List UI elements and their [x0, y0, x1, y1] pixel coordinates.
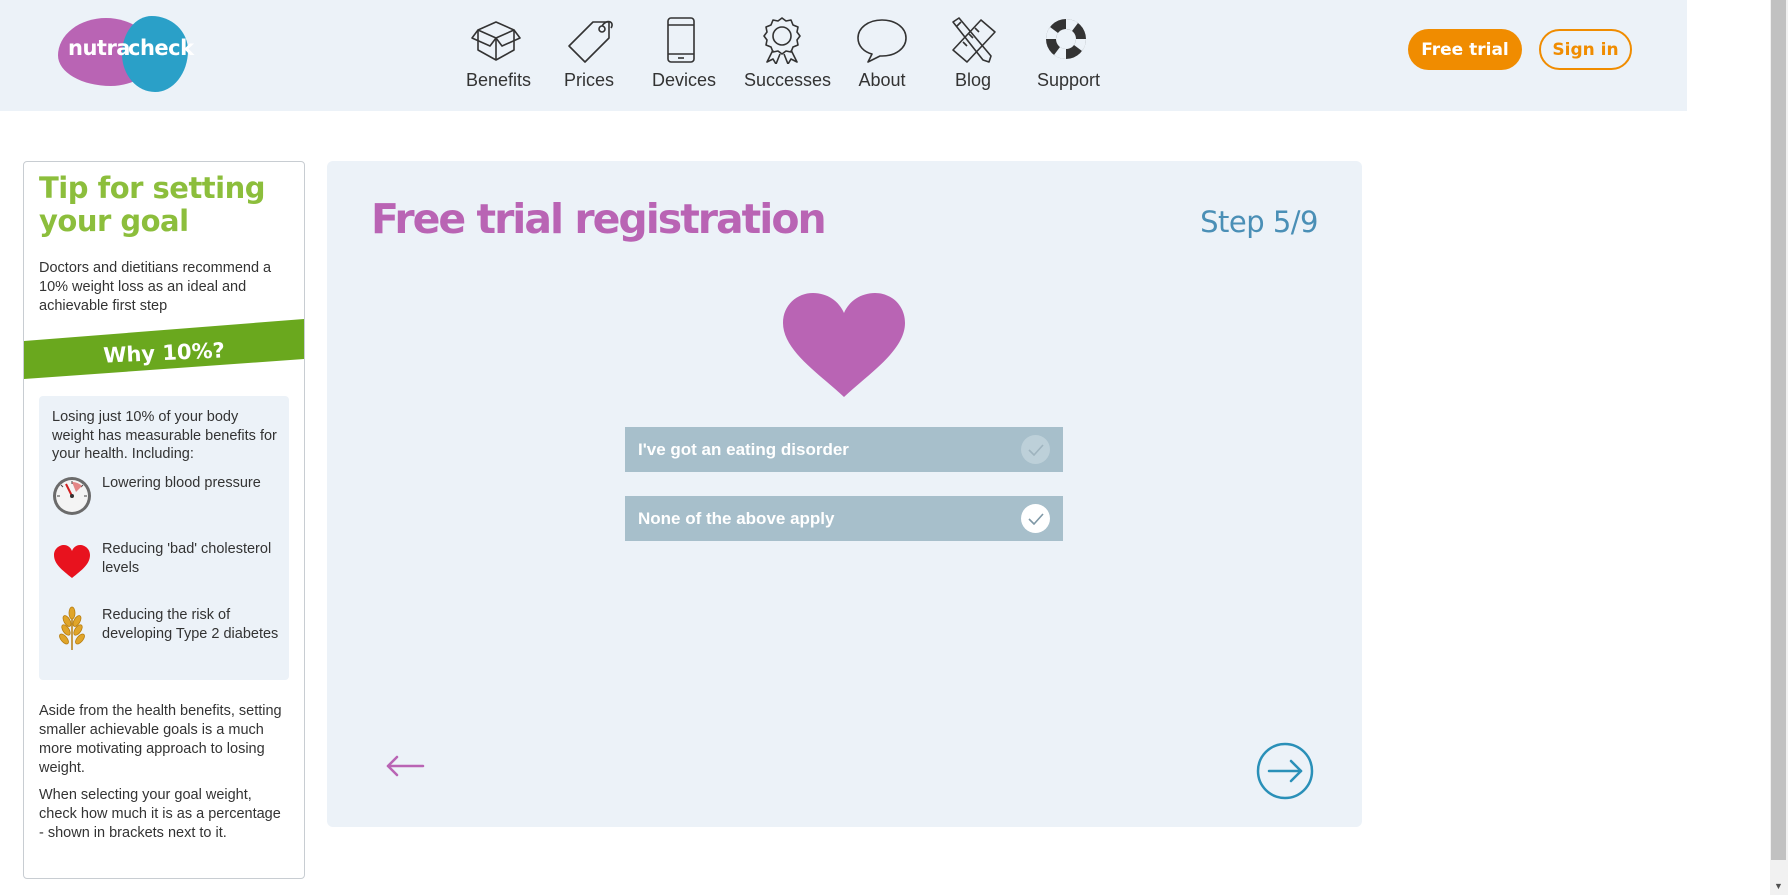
benefits-box: Losing just 10% of your body weight has …: [39, 396, 289, 680]
nutracheck-logo[interactable]: nutra check: [58, 14, 198, 94]
scroll-down-arrow-icon[interactable]: ▼: [1774, 881, 1783, 891]
benefit-text: Lowering blood pressure: [102, 475, 261, 491]
free-trial-button[interactable]: Free trial: [1408, 29, 1522, 70]
nav-label: Successes: [744, 70, 832, 90]
option-eating-disorder[interactable]: I've got an eating disorder: [625, 427, 1063, 472]
pencil-ruler-icon: [952, 17, 996, 63]
site-header: nutra check Benefits Prices Devices Succ…: [0, 0, 1687, 111]
page-title: Free trial registration: [371, 195, 827, 243]
checkbox-checked-icon[interactable]: [1021, 504, 1050, 533]
option-label: I've got an eating disorder: [638, 440, 849, 459]
option-label: None of the above apply: [638, 509, 835, 528]
step-indicator: Step 5/9: [1200, 205, 1318, 239]
nav-prices[interactable]: Prices: [563, 16, 615, 91]
benefit-text: Reducing 'bad' cholesterol levels: [102, 541, 272, 576]
heart-icon: [783, 293, 905, 397]
why-10-percent-banner: Why 10%?: [24, 319, 304, 389]
nav-label: Blog: [954, 70, 992, 90]
nav-benefits[interactable]: Benefits: [466, 16, 532, 91]
wheat-icon: [59, 606, 85, 650]
back-arrow-icon[interactable]: [385, 754, 425, 778]
phone-icon: [667, 17, 695, 63]
box-icon: [471, 21, 521, 61]
nav-about[interactable]: About: [854, 16, 910, 91]
goal-tip-sidebar: Tip for setting your goal Doctors and di…: [23, 161, 305, 879]
option-none-apply[interactable]: None of the above apply: [625, 496, 1063, 541]
logo-word-check: check: [128, 36, 194, 60]
tip-aside-motivation: Aside from the health benefits, setting …: [39, 703, 282, 776]
nav-devices[interactable]: Devices: [652, 16, 717, 91]
speech-bubble-icon: [857, 19, 907, 63]
nav-support[interactable]: Support: [1037, 16, 1101, 91]
benefits-intro: Losing just 10% of your body weight has …: [52, 409, 277, 462]
nav-blog[interactable]: Blog: [945, 16, 1001, 91]
checkbox-unchecked-icon[interactable]: [1021, 435, 1050, 464]
nav-label: Support: [1037, 70, 1101, 90]
registration-panel: Free trial registration Step 5/9 I've go…: [327, 161, 1362, 827]
award-rosette-icon: [763, 17, 801, 64]
tip-title: Tip for setting your goal: [39, 171, 266, 238]
price-tag-icon: [568, 20, 613, 63]
heart-icon: [54, 545, 90, 578]
nav-label: Benefits: [466, 70, 532, 90]
page-scrollbar[interactable]: ▼: [1770, 0, 1788, 895]
tip-intro: Doctors and dietitians recommend a 10% w…: [39, 260, 272, 314]
scrollbar-thumb[interactable]: [1771, 0, 1786, 860]
nav-label: Prices: [563, 70, 614, 90]
nav-label: Devices: [652, 70, 717, 90]
nav-label: About: [858, 70, 906, 90]
blood-pressure-gauge-icon: [53, 477, 91, 515]
benefit-text: Reducing the risk of developing Type 2 d…: [102, 607, 279, 642]
lifebuoy-icon: [1046, 19, 1086, 59]
logo-word-nutra: nutra: [68, 36, 130, 60]
next-arrow-button[interactable]: [1256, 742, 1314, 800]
sign-in-button[interactable]: Sign in: [1539, 29, 1632, 70]
nav-successes[interactable]: Successes: [744, 16, 832, 91]
tip-aside-percentage: When selecting your goal weight, check h…: [39, 787, 281, 841]
